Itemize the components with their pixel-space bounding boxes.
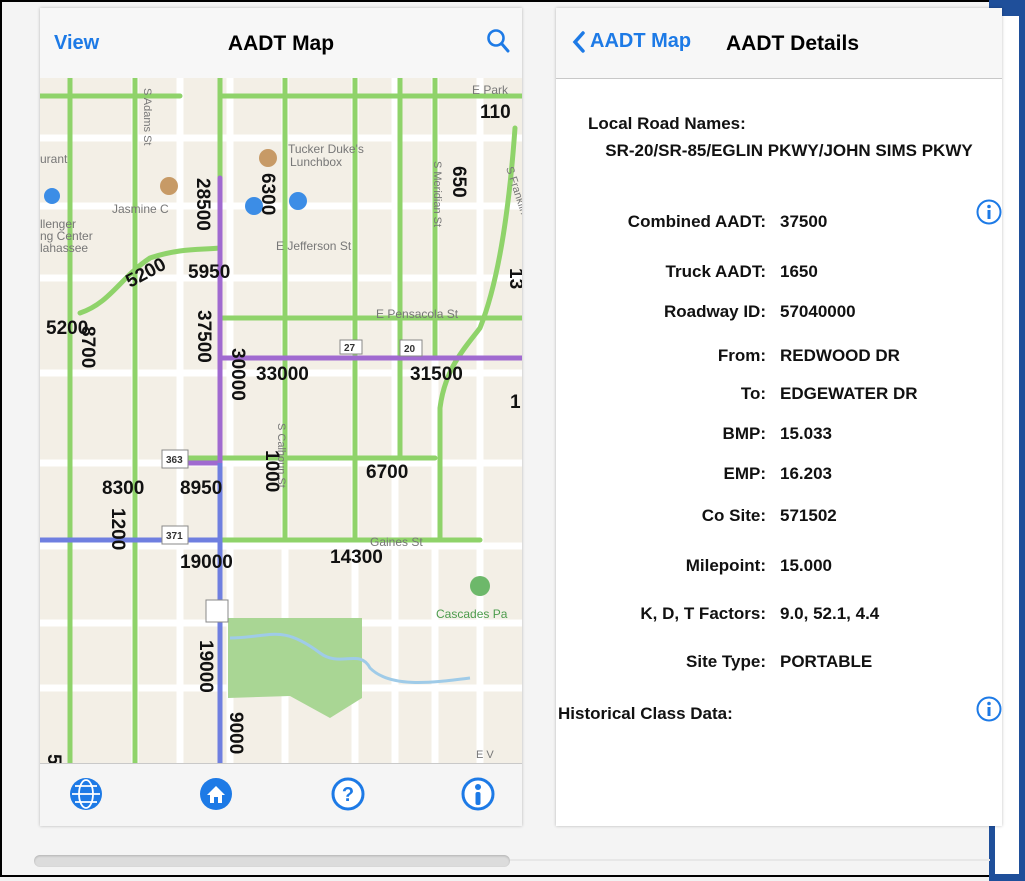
field-label: EMP: [723,464,767,483]
svg-text:urant: urant [40,152,68,166]
map-tab-bar: ? [40,763,522,826]
details-screen: AADT Map AADT Details Local Road Names: … [556,8,1002,826]
local-road-names-value: SR-20/SR-85/EGLIN PKWY/JOHN SIMS PKWY [605,141,973,160]
back-label: AADT Map [590,30,692,52]
aadt-map[interactable]: S Adams St Tucker Duke's Lunchbox Jasmin… [40,78,522,764]
svg-text:Tucker Duke's: Tucker Duke's [288,142,364,156]
svg-text:19000: 19000 [180,552,233,573]
field-label: Milepoint: [685,556,766,575]
field-value: 15.000 [780,556,832,575]
svg-text:E Pensacola St: E Pensacola St [376,307,459,321]
svg-text:8950: 8950 [180,478,222,499]
search-icon[interactable] [486,28,510,59]
svg-text:5950: 5950 [188,262,230,283]
field-value: REDWOOD DR [780,346,900,365]
svg-text:6300: 6300 [257,173,278,215]
svg-text:E Park: E Park [472,83,509,97]
horizontal-scrollbar[interactable] [34,855,510,867]
svg-text:650: 650 [448,166,469,198]
field-label: Roadway ID: [663,302,766,321]
svg-text:S Meridian St: S Meridian St [431,161,443,227]
svg-text:363: 363 [166,455,183,466]
historical-info-icon[interactable] [976,696,1002,722]
svg-text:9000: 9000 [225,712,246,754]
home-icon[interactable] [198,776,234,812]
map-title: AADT Map [227,32,335,55]
svg-text:28500: 28500 [192,178,213,231]
field-label: From: [717,346,766,365]
field-value: 571502 [780,506,837,525]
parking-poi-2 [289,192,307,210]
back-button[interactable]: AADT Map [572,30,691,53]
svg-text:110: 110 [480,102,511,123]
svg-text:Lunchbox: Lunchbox [290,155,342,169]
svg-text:1: 1 [510,392,521,413]
info-icon[interactable] [976,199,1002,225]
svg-text:8300: 8300 [102,478,144,499]
svg-text:E V: E V [476,749,494,761]
svg-text:1200: 1200 [107,508,128,550]
svg-text:37500: 37500 [193,310,214,363]
svg-text:Jasmine C: Jasmine C [112,202,169,216]
svg-text:19000: 19000 [195,640,216,693]
field-value: 15.033 [780,424,832,443]
svg-text:1000: 1000 [261,450,282,492]
svg-text:14300: 14300 [330,547,383,568]
svg-text:?: ? [342,784,354,806]
field-value: EDGEWATER DR [780,384,918,403]
field-value: 9.0, 52.1, 4.4 [780,604,880,623]
help-icon[interactable]: ? [330,776,366,812]
svg-text:Cascades Pa: Cascades Pa [436,607,508,621]
field-label: Site Type: [686,652,766,671]
details-nav-bar: AADT Map AADT Details [556,8,1002,79]
svg-text:lahassee: lahassee [40,241,88,255]
map-nav-bar: View AADT Map [40,8,522,79]
svg-text:27: 27 [344,343,356,354]
info-pin-icon[interactable] [460,776,496,812]
local-road-names-label: Local Road Names: [588,114,746,133]
field-value: 16.203 [780,464,832,483]
park-area [228,618,362,718]
field-value: 57040000 [780,302,856,321]
svg-text:E Jefferson St: E Jefferson St [276,239,352,253]
scroll-track [510,859,990,861]
details-title: AADT Details [726,32,860,55]
svg-text:13: 13 [505,268,522,289]
svg-text:6700: 6700 [366,462,408,483]
svg-text:30000: 30000 [227,348,248,401]
svg-text:20: 20 [404,344,416,355]
svg-text:33000: 33000 [256,364,309,385]
field-label: To: [740,384,766,403]
svg-text:31500: 31500 [410,364,463,385]
field-label: Combined AADT: [627,212,766,231]
field-value: 1650 [780,262,818,281]
field-label: Truck AADT: [665,262,766,281]
museum-poi [44,188,60,204]
park-poi [470,576,490,596]
street-label: S Adams St [141,88,153,145]
field-label: BMP: [722,424,766,443]
cafe-poi [160,177,178,195]
field-value: 37500 [780,212,828,231]
globe-icon[interactable] [68,776,104,812]
chevron-left-icon [572,30,585,53]
field-value: PORTABLE [780,652,873,671]
svg-text:371: 371 [166,531,183,542]
field-label: Co Site: [701,506,766,525]
field-label: K, D, T Factors: [640,604,766,623]
historical-class-data-label: Historical Class Data: [558,704,733,723]
svg-text:8700: 8700 [77,326,98,368]
restaurant-poi [259,149,277,167]
map-screen: View AADT Map S Adams St Tucker Duke's L… [40,8,522,826]
